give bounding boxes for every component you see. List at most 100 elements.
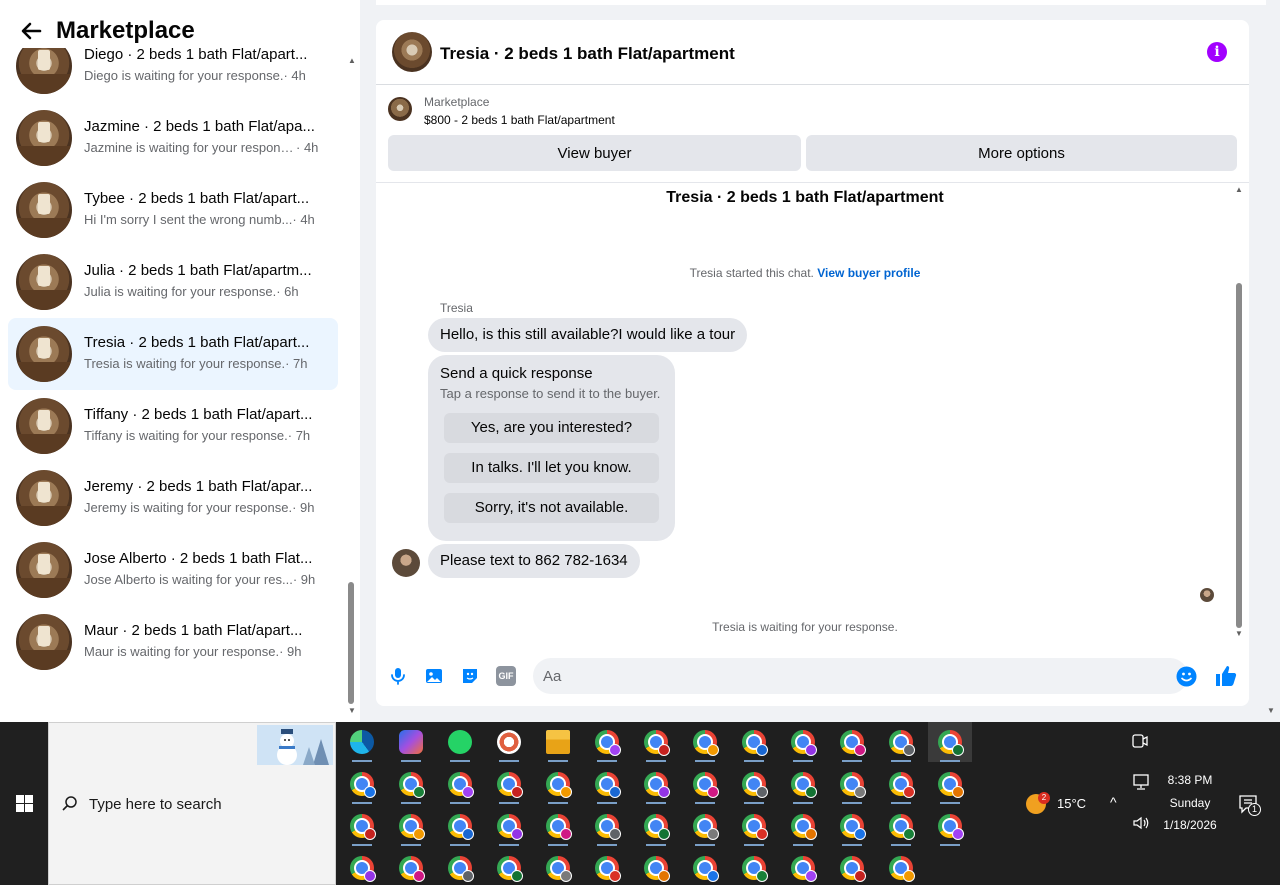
taskbar-chrome-icon[interactable] — [585, 806, 629, 846]
conversation-item[interactable]: Jose Alberto · 2 beds 1 bath Flat... Jose… — [8, 534, 338, 606]
conversation-item[interactable]: Jeremy · 2 beds 1 bath Flat/apar... Jerem… — [8, 462, 338, 534]
taskbar-chrome-icon[interactable] — [928, 764, 972, 804]
taskbar-chrome-icon[interactable] — [879, 848, 923, 885]
taskbar-chrome-icon[interactable] — [683, 806, 727, 846]
scroll-down-icon[interactable]: ▼ — [1235, 629, 1243, 638]
taskbar-chrome-icon[interactable] — [781, 806, 825, 846]
taskbar-chrome-icon[interactable] — [634, 722, 678, 762]
taskbar-edge-icon[interactable] — [340, 722, 384, 762]
meet-now-icon[interactable] — [1132, 732, 1148, 750]
taskbar-chrome-icon[interactable] — [487, 764, 531, 804]
taskbar-chrome-icon[interactable] — [879, 806, 923, 846]
taskbar-chrome-icon[interactable] — [634, 848, 678, 885]
taskbar-file-explorer-icon[interactable] — [536, 722, 580, 762]
taskbar-chrome-icon[interactable] — [830, 764, 874, 804]
scroll-up-icon[interactable]: ▲ — [1235, 185, 1243, 194]
more-options-button[interactable]: More options — [806, 135, 1237, 171]
taskbar-chrome-icon[interactable] — [389, 806, 433, 846]
taskbar-chrome-icon[interactable] — [340, 848, 384, 885]
taskbar-chrome-icon[interactable] — [830, 722, 874, 762]
taskbar-chrome-icon[interactable] — [389, 848, 433, 885]
microphone-icon[interactable] — [388, 666, 408, 686]
taskbar-paint-icon[interactable] — [487, 722, 531, 762]
taskbar-chrome-icon[interactable] — [438, 806, 482, 846]
page-title: Marketplace — [56, 17, 195, 44]
conversation-item[interactable]: Maur · 2 beds 1 bath Flat/apart... Maur i… — [8, 606, 338, 678]
network-icon[interactable] — [1132, 774, 1150, 790]
taskbar-chrome-icon[interactable] — [781, 722, 825, 762]
thread-scrollbar[interactable]: ▲ ▼ — [1234, 183, 1244, 641]
taskbar-chrome-icon[interactable] — [634, 806, 678, 846]
start-button[interactable] — [0, 722, 48, 885]
taskbar-chrome-icon[interactable] — [634, 764, 678, 804]
taskbar-chrome-icon[interactable] — [879, 722, 923, 762]
scroll-up-icon[interactable]: ▲ — [348, 56, 356, 65]
taskbar-chrome-icon[interactable] — [438, 764, 482, 804]
taskbar-copilot-icon[interactable] — [389, 722, 433, 762]
conversation-title: Tresia · 2 beds 1 bath Flat/apart... — [84, 334, 310, 351]
taskbar-chrome-icon[interactable] — [683, 848, 727, 885]
taskbar-chrome-icon[interactable] — [438, 848, 482, 885]
sender-avatar[interactable] — [392, 549, 420, 577]
back-arrow-icon[interactable] — [20, 20, 42, 42]
taskbar-chrome-icon[interactable] — [732, 848, 776, 885]
taskbar-chrome-icon[interactable] — [879, 764, 923, 804]
taskbar-chrome-icon[interactable] — [340, 806, 384, 846]
taskbar-chrome-icon[interactable] — [928, 722, 972, 762]
thumbs-up-icon[interactable] — [1214, 664, 1238, 688]
quick-reply-button[interactable]: Sorry, it's not available. — [444, 493, 659, 523]
weather-badge: 2 — [1038, 792, 1050, 804]
chat-title: Tresia · 2 beds 1 bath Flat/apartment — [440, 44, 735, 63]
volume-icon[interactable] — [1132, 815, 1150, 831]
taskbar-chrome-icon[interactable] — [585, 764, 629, 804]
quick-reply-button[interactable]: Yes, are you interested? — [444, 413, 659, 443]
taskbar-chrome-icon[interactable] — [781, 764, 825, 804]
taskbar-chrome-icon[interactable] — [585, 722, 629, 762]
taskbar-chrome-icon[interactable] — [340, 764, 384, 804]
chevron-up-icon[interactable]: ^ — [1110, 794, 1117, 810]
taskbar-whatsapp-icon[interactable] — [438, 722, 482, 762]
taskbar-chrome-icon[interactable] — [487, 806, 531, 846]
taskbar-chrome-icon[interactable] — [732, 722, 776, 762]
conversation-item[interactable]: Julia · 2 beds 1 bath Flat/apartm... Juli… — [8, 246, 338, 318]
conversation-item[interactable]: Tiffany · 2 beds 1 bath Flat/apart... Tif… — [8, 390, 338, 462]
taskbar-search[interactable]: Type here to search — [48, 722, 336, 885]
scrollbar-thumb[interactable] — [1236, 283, 1242, 628]
taskbar-chrome-icon[interactable] — [536, 806, 580, 846]
page-scroll-down-icon[interactable]: ▼ — [1267, 706, 1275, 715]
taskbar-chrome-icon[interactable] — [585, 848, 629, 885]
listing-avatar[interactable] — [392, 32, 432, 72]
scroll-down-icon[interactable]: ▼ — [348, 706, 356, 715]
taskbar-chrome-icon[interactable] — [732, 764, 776, 804]
clock-time[interactable]: 8:38 PM — [1160, 773, 1220, 787]
taskbar-chrome-icon[interactable] — [536, 764, 580, 804]
sticker-icon[interactable] — [460, 666, 480, 686]
conversation-item[interactable]: Tybee · 2 beds 1 bath Flat/apart... Hi I'… — [8, 174, 338, 246]
view-buyer-button[interactable]: View buyer — [388, 135, 801, 171]
quick-reply-button[interactable]: In talks. I'll let you know. — [444, 453, 659, 483]
conversation-item[interactable]: Tresia · 2 beds 1 bath Flat/apart... Tres… — [8, 318, 338, 390]
taskbar-chrome-icon[interactable] — [830, 848, 874, 885]
taskbar-chrome-icon[interactable] — [732, 806, 776, 846]
photo-icon[interactable] — [424, 666, 444, 686]
clock-date[interactable]: 1/18/2026 — [1160, 818, 1220, 832]
clock-day[interactable]: Sunday — [1160, 796, 1220, 810]
sidebar-scrollbar[interactable]: ▲ ▼ — [346, 56, 356, 716]
temperature[interactable]: 15°C — [1057, 796, 1086, 811]
taskbar-chrome-icon[interactable] — [536, 848, 580, 885]
taskbar-chrome-icon[interactable] — [487, 848, 531, 885]
conversation-item[interactable]: Jazmine · 2 beds 1 bath Flat/apa... Jazmi… — [8, 102, 338, 174]
taskbar-chrome-icon[interactable] — [683, 722, 727, 762]
taskbar-chrome-icon[interactable] — [389, 764, 433, 804]
conversation-preview: Maur is waiting for your response. · 9h — [84, 644, 324, 659]
emoji-icon[interactable] — [1176, 666, 1197, 687]
taskbar-chrome-icon[interactable] — [781, 848, 825, 885]
gif-icon[interactable]: GIF — [496, 666, 516, 686]
view-buyer-profile-link[interactable]: View buyer profile — [817, 266, 920, 280]
taskbar-chrome-icon[interactable] — [683, 764, 727, 804]
taskbar-chrome-icon[interactable] — [830, 806, 874, 846]
taskbar-chrome-icon[interactable] — [928, 806, 972, 846]
scrollbar-thumb[interactable] — [348, 582, 354, 704]
message-input[interactable] — [543, 658, 1143, 694]
info-icon[interactable]: i — [1207, 42, 1227, 62]
